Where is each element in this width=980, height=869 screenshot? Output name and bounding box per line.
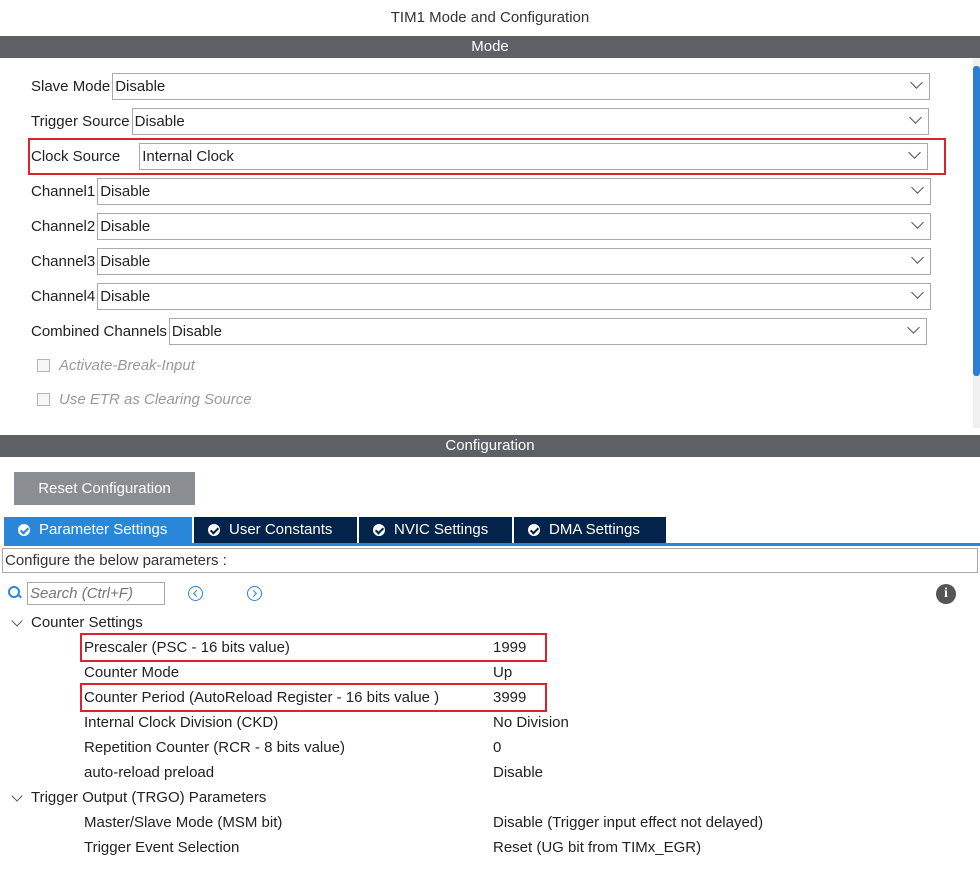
search-input[interactable] xyxy=(27,581,165,605)
channel4-label: Channel4 xyxy=(31,287,96,305)
trigger-source-label: Trigger Source xyxy=(31,112,130,130)
search-row xyxy=(8,581,262,605)
channel1-label: Channel1 xyxy=(31,182,96,200)
channel4-row: Channel4 Disable xyxy=(31,282,932,310)
slave-mode-value: Disable xyxy=(115,77,166,95)
channel3-label: Channel3 xyxy=(31,252,96,270)
channel1-row: Channel1 Disable xyxy=(31,177,932,205)
search-icon xyxy=(8,586,22,600)
check-circle-icon xyxy=(373,524,385,536)
check-circle-icon xyxy=(528,524,540,536)
channel3-row: Channel3 Disable xyxy=(31,247,932,275)
use-etr-row: Use ETR as Clearing Source xyxy=(37,389,252,409)
window-title: TIM1 Mode and Configuration xyxy=(390,9,590,26)
param-name[interactable]: Trigger Event Selection xyxy=(84,837,239,859)
activate-break-input-checkbox[interactable] xyxy=(37,358,50,372)
channel2-select[interactable]: Disable xyxy=(97,212,932,240)
channel4-select[interactable]: Disable xyxy=(97,282,932,310)
tab-user-constants[interactable]: User Constants xyxy=(194,517,359,543)
use-etr-checkbox[interactable] xyxy=(37,392,50,406)
combined-channels-select[interactable]: Disable xyxy=(168,317,927,345)
trigger-output-group[interactable]: Trigger Output (TRGO) Parameters xyxy=(10,787,266,809)
instructions-text: Configure the below parameters : xyxy=(2,548,978,573)
chevron-down-icon xyxy=(907,320,920,334)
trigger-source-row: Trigger Source Disable xyxy=(31,107,929,135)
param-value[interactable]: Up xyxy=(493,662,512,684)
activate-break-input-label: Activate-Break-Input xyxy=(59,356,195,374)
prescaler-highlight xyxy=(80,633,547,662)
tab-label: NVIC Settings xyxy=(394,521,489,538)
trigger-source-select[interactable]: Disable xyxy=(131,107,929,135)
mode-section-header: Mode xyxy=(0,36,980,58)
mode-scrollbar-thumb[interactable] xyxy=(973,66,980,376)
param-name[interactable]: Counter Mode xyxy=(84,662,179,684)
slave-mode-row: Slave Mode Disable xyxy=(31,72,931,100)
check-circle-icon xyxy=(208,524,220,536)
tabs-underline xyxy=(4,543,980,546)
tab-dma-settings[interactable]: DMA Settings xyxy=(514,517,666,543)
tab-label: Parameter Settings xyxy=(39,521,168,538)
channel4-value: Disable xyxy=(100,287,151,305)
tab-nvic-settings[interactable]: NVIC Settings xyxy=(359,517,514,543)
channel1-value: Disable xyxy=(100,182,151,200)
channel1-select[interactable]: Disable xyxy=(97,177,932,205)
info-icon[interactable]: i xyxy=(936,584,956,604)
chevron-down-icon xyxy=(11,615,23,627)
reset-configuration-button[interactable]: Reset Configuration xyxy=(14,472,195,505)
chevron-down-icon xyxy=(11,790,23,802)
tab-label: User Constants xyxy=(229,521,333,538)
param-name[interactable]: Master/Slave Mode (MSM bit) xyxy=(84,812,282,834)
slave-mode-label: Slave Mode xyxy=(31,77,111,95)
chevron-down-icon xyxy=(911,250,925,264)
activate-break-input-row: Activate-Break-Input xyxy=(37,355,195,375)
channel3-value: Disable xyxy=(100,252,151,270)
check-circle-icon xyxy=(18,524,30,536)
chevron-down-icon xyxy=(911,215,925,229)
combined-channels-label: Combined Channels xyxy=(31,322,167,340)
trigger-source-value: Disable xyxy=(134,112,185,130)
channel3-select[interactable]: Disable xyxy=(97,247,932,275)
slave-mode-select[interactable]: Disable xyxy=(112,72,931,100)
param-name[interactable]: Repetition Counter (RCR - 8 bits value) xyxy=(84,737,345,759)
channel2-value: Disable xyxy=(100,217,151,235)
param-value[interactable]: Disable (Trigger input effect not delaye… xyxy=(493,812,763,834)
config-tabs: Parameter Settings User Constants NVIC S… xyxy=(4,517,666,543)
combined-channels-row: Combined Channels Disable xyxy=(31,317,927,345)
counter-settings-group[interactable]: Counter Settings xyxy=(10,612,143,634)
chevron-down-icon xyxy=(911,180,925,194)
use-etr-label: Use ETR as Clearing Source xyxy=(59,390,252,408)
chevron-down-icon xyxy=(911,285,925,299)
tab-parameter-settings[interactable]: Parameter Settings xyxy=(4,517,194,543)
chevron-down-icon xyxy=(910,75,924,89)
param-name[interactable]: auto-reload preload xyxy=(84,762,214,784)
param-name[interactable]: Internal Clock Division (CKD) xyxy=(84,712,278,734)
group-label: Counter Settings xyxy=(31,614,143,631)
group-label: Trigger Output (TRGO) Parameters xyxy=(31,789,267,806)
param-value[interactable]: Disable xyxy=(493,762,543,784)
configuration-section-header: Configuration xyxy=(0,435,980,457)
channel2-label: Channel2 xyxy=(31,217,96,235)
clock-source-highlight xyxy=(28,138,946,175)
param-value[interactable]: Reset (UG bit from TIMx_EGR) xyxy=(493,837,701,859)
channel2-row: Channel2 Disable xyxy=(31,212,932,240)
param-value[interactable]: No Division xyxy=(493,712,569,734)
counter-period-highlight xyxy=(80,683,547,712)
next-match-icon[interactable] xyxy=(247,585,262,601)
param-value[interactable]: 0 xyxy=(493,737,501,759)
tab-label: DMA Settings xyxy=(549,521,640,538)
chevron-down-icon xyxy=(908,110,922,124)
combined-channels-value: Disable xyxy=(171,322,222,340)
previous-match-icon[interactable] xyxy=(188,585,203,601)
